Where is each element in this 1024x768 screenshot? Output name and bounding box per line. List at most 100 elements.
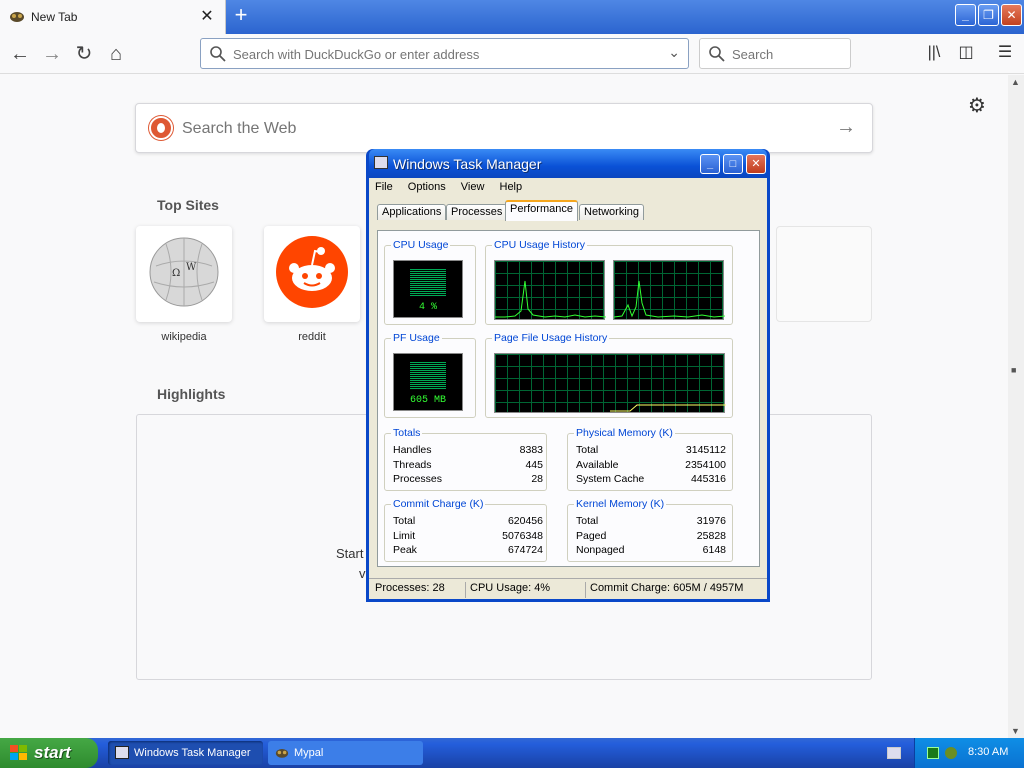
- stat-row: Total 620456: [393, 515, 543, 527]
- task-manager-menubar: File Options View Help: [369, 178, 767, 196]
- sidebar-icon[interactable]: ◫: [955, 42, 977, 64]
- mypal-icon: [10, 12, 24, 22]
- menu-view[interactable]: View: [461, 181, 485, 193]
- cpu-history-graph-2: [613, 260, 725, 320]
- pf-usage-label: PF Usage: [391, 332, 442, 344]
- task-manager-statusbar: Processes: 28 CPU Usage: 4% Commit Charg…: [369, 578, 767, 599]
- stat-label: Threads: [393, 459, 432, 471]
- pf-usage-meter: 605 MB: [393, 353, 463, 411]
- search-input[interactable]: [732, 44, 844, 64]
- task-manager-titlebar[interactable]: Windows Task Manager _ □ ✕: [369, 149, 767, 178]
- tab-applications[interactable]: Applications: [377, 204, 447, 220]
- menu-file[interactable]: File: [375, 181, 393, 193]
- scroll-down-icon[interactable]: ▼: [1011, 726, 1020, 736]
- task-manager-body: File Options View Help Applications Proc…: [369, 178, 767, 599]
- status-commit-charge: Commit Charge: 605M / 4957M: [585, 582, 743, 598]
- stat-label: Total: [576, 515, 599, 527]
- library-icon[interactable]: ||\: [923, 42, 945, 64]
- cpu-usage-group: CPU Usage 4 %: [384, 239, 476, 325]
- window-close-button[interactable]: ✕: [1001, 4, 1022, 26]
- forward-icon[interactable]: →: [38, 40, 66, 68]
- menu-icon[interactable]: ☰: [994, 42, 1016, 64]
- taskbar-mypal[interactable]: Mypal: [268, 741, 423, 765]
- stat-label: Available: [576, 459, 619, 471]
- page-scrollbar[interactable]: ▲ ■ ▼: [1008, 75, 1024, 738]
- menu-help[interactable]: Help: [500, 181, 523, 193]
- stat-label: Paged: [576, 530, 607, 542]
- scroll-up-icon[interactable]: ▲: [1011, 77, 1020, 87]
- tab-processes[interactable]: Processes: [446, 204, 508, 220]
- physical-memory-label: Physical Memory (K): [574, 427, 675, 439]
- stat-label: Processes: [393, 473, 443, 485]
- commit-charge-group: Commit Charge (K) Total 620456 Limit 50763…: [384, 498, 547, 562]
- tab-new-tab[interactable]: New Tab ✕: [0, 0, 226, 34]
- stat-value: 31976: [696, 515, 726, 527]
- web-search-input[interactable]: [182, 118, 782, 140]
- menu-options[interactable]: Options: [408, 181, 446, 193]
- stat-row: System Cache 445316: [576, 473, 726, 485]
- reddit-icon: [276, 236, 348, 308]
- stat-row: Nonpaged 6148: [576, 544, 726, 556]
- top-site-wikipedia[interactable]: Ω W: [136, 226, 232, 322]
- pf-history-group: Page File Usage History: [485, 332, 733, 418]
- navigation-toolbar: ← → ↻ ⌂ ⌄ ||\ ◫ ☰: [0, 34, 1024, 74]
- gear-icon[interactable]: ⚙: [966, 93, 988, 117]
- search-icon: [210, 46, 226, 62]
- top-site-reddit[interactable]: [264, 226, 360, 322]
- status-cpu-usage: CPU Usage: 4%: [465, 582, 550, 598]
- kernel-memory-label: Kernel Memory (K): [574, 498, 667, 510]
- window-minimize-button[interactable]: _: [955, 4, 976, 26]
- keyboard-icon[interactable]: [887, 747, 901, 759]
- totals-label: Totals: [391, 427, 423, 439]
- task-manager-title: Windows Task Manager: [393, 156, 542, 172]
- tab-performance[interactable]: Performance: [505, 200, 578, 221]
- reload-icon[interactable]: ↻: [70, 40, 98, 68]
- url-bar[interactable]: ⌄: [200, 38, 689, 69]
- tm-close-button[interactable]: ✕: [746, 154, 766, 174]
- home-icon[interactable]: ⌂: [102, 40, 130, 68]
- performance-panel: CPU Usage 4 % CPU Usage History PF Usage…: [377, 230, 760, 567]
- cpu-history-line-1: [495, 280, 606, 318]
- task-manager-icon: [115, 746, 129, 759]
- back-icon[interactable]: ←: [6, 40, 34, 68]
- stat-row: Total 31976: [576, 515, 726, 527]
- pf-usage-value: 605 MB: [409, 395, 446, 406]
- arrow-right-icon[interactable]: →: [836, 116, 856, 139]
- stat-label: Total: [393, 515, 416, 527]
- cpu-usage-meter: 4 %: [393, 260, 463, 318]
- scroll-thumb-icon[interactable]: ■: [1011, 365, 1016, 375]
- stat-row: Handles 8383: [393, 444, 543, 456]
- cpu-usage-value: 4 %: [418, 302, 437, 313]
- stat-label: Handles: [393, 444, 432, 456]
- svg-text:W: W: [186, 262, 197, 273]
- stat-value: 25828: [696, 530, 726, 542]
- tm-minimize-button[interactable]: _: [700, 154, 720, 174]
- tray-network-icon[interactable]: [945, 747, 957, 759]
- physical-memory-group: Physical Memory (K) Total 3145112 Availab…: [567, 427, 733, 491]
- cpu-history-graph-1: [494, 260, 606, 320]
- task-manager-icon: [374, 156, 388, 169]
- commit-charge-label: Commit Charge (K): [391, 498, 486, 510]
- taskbar: start Windows Task Manager Mypal 8:30 AM: [0, 738, 1024, 768]
- tray-app-icon[interactable]: [927, 747, 939, 759]
- stat-value: 2354100: [685, 459, 726, 471]
- search-bar[interactable]: [699, 38, 851, 69]
- tab-close-icon[interactable]: ✕: [199, 6, 215, 26]
- new-tab-button[interactable]: +: [230, 4, 252, 28]
- system-tray: 8:30 AM: [914, 738, 1024, 768]
- url-input[interactable]: [233, 44, 653, 64]
- cpu-history-group: CPU Usage History: [485, 239, 733, 325]
- pf-meter-bars: [410, 362, 446, 389]
- status-processes: Processes: 28: [375, 582, 445, 594]
- web-search-box[interactable]: →: [135, 103, 873, 153]
- start-button[interactable]: start: [0, 738, 98, 768]
- stat-row: Available 2354100: [576, 459, 726, 471]
- clock[interactable]: 8:30 AM: [968, 746, 1008, 758]
- tab-networking[interactable]: Networking: [579, 204, 645, 220]
- taskbar-task-manager[interactable]: Windows Task Manager: [108, 741, 263, 765]
- taskbar-task-label: Windows Task Manager: [134, 747, 251, 759]
- chevron-down-icon[interactable]: ⌄: [668, 44, 680, 61]
- tm-maximize-button[interactable]: □: [723, 154, 743, 174]
- window-restore-button[interactable]: ❐: [978, 4, 999, 26]
- cpu-usage-label: CPU Usage: [391, 239, 451, 251]
